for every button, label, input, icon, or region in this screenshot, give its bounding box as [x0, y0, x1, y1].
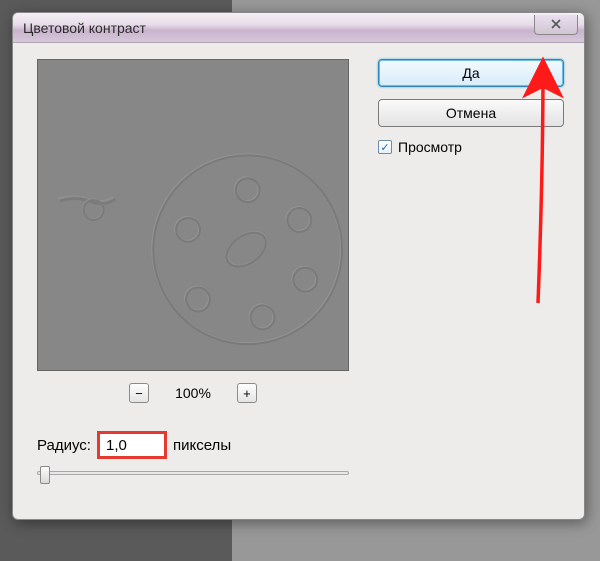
check-icon: ✓: [380, 141, 389, 154]
dialog-title: Цветовой контраст: [23, 20, 146, 36]
zoom-level: 100%: [175, 385, 211, 401]
high-pass-dialog: Цветовой контраст: [12, 12, 585, 520]
radius-input[interactable]: [97, 431, 167, 459]
slider-thumb[interactable]: [40, 466, 50, 484]
titlebar[interactable]: Цветовой контраст: [13, 13, 584, 43]
ok-button-label: Да: [462, 65, 479, 81]
radius-row: Радиус: пикселы: [37, 431, 564, 459]
preview-checkbox[interactable]: ✓: [378, 140, 392, 154]
filter-preview[interactable]: [37, 59, 349, 371]
radius-slider[interactable]: [37, 471, 349, 475]
close-icon: [551, 18, 561, 32]
zoom-out-button[interactable]: −: [129, 383, 149, 403]
right-column: Да Отмена ✓ Просмотр: [378, 59, 564, 155]
close-button[interactable]: [534, 15, 578, 35]
preview-checkbox-label: Просмотр: [398, 139, 462, 155]
cancel-button-label: Отмена: [446, 105, 496, 121]
zoom-controls: − 100% +: [37, 383, 349, 403]
cancel-button[interactable]: Отмена: [378, 99, 564, 127]
zoom-in-button[interactable]: +: [237, 383, 257, 403]
dialog-body: − 100% + Радиус: пикселы Да Отмена: [13, 43, 584, 495]
plus-icon: +: [243, 387, 251, 400]
slider-track: [37, 471, 349, 475]
ok-button[interactable]: Да: [378, 59, 564, 87]
preview-checkbox-row: ✓ Просмотр: [378, 139, 564, 155]
minus-icon: −: [135, 387, 143, 400]
radius-label: Радиус:: [37, 437, 91, 454]
radius-unit: пикселы: [173, 437, 231, 454]
